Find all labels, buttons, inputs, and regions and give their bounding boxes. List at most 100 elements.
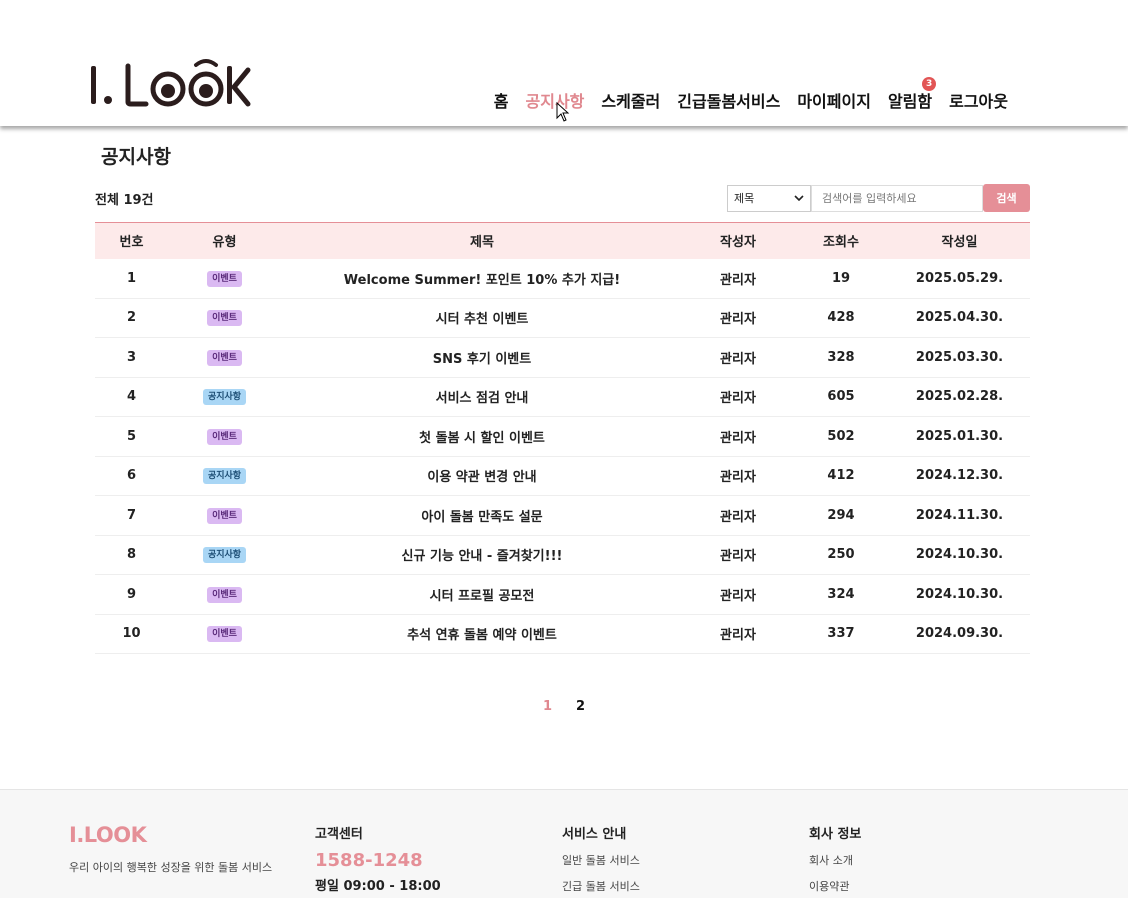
search-input[interactable]: 검색어를 입력하세요 (811, 184, 983, 212)
footer-link-emergency-care[interactable]: 긴급 돌봄 서비스 (562, 878, 640, 894)
type-tag: 이벤트 (207, 626, 242, 643)
cell-author: 관리자 (683, 377, 793, 417)
page-title: 공지사항 (101, 146, 171, 168)
footer-company-title: 회사 정보 (809, 827, 862, 842)
footer-service-title: 서비스 안내 (562, 827, 627, 842)
cell-date: 2025.02.28. (889, 377, 1030, 417)
cell-number: 7 (95, 495, 168, 536)
cell-views: 250 (793, 535, 889, 575)
total-count: 전체 19건 (95, 193, 154, 208)
cell-date: 2025.05.29. (889, 258, 1030, 299)
cell-number: 6 (95, 456, 168, 496)
search-button[interactable]: 검색 (983, 184, 1030, 212)
col-type: 유형 (212, 235, 237, 251)
cell-number: 1 (95, 258, 168, 299)
search-field-select[interactable]: 제목 (727, 184, 811, 212)
table-row[interactable]: 8 공지사항 신규 기능 안내 - 즐겨찾기!!! 관리자 250 2024.10.30. (95, 535, 1030, 575)
cell-views: 412 (793, 456, 889, 496)
cell-author: 관리자 (683, 258, 793, 299)
col-title: 제목 (470, 235, 494, 251)
footer-company-column: 회사 정보 회사 소개 이용약관 (809, 823, 861, 894)
page-2[interactable]: 2 (576, 699, 585, 714)
table-row[interactable]: 1 이벤트 Welcome Summer! 포인트 10% 추가 지급! 관리자 19 2… (95, 258, 1030, 299)
type-tag: 공지사항 (202, 468, 247, 485)
cell-date: 2024.09.30. (889, 614, 1030, 654)
search-bar: 제목 검색어를 입력하세요 검색 (727, 184, 1030, 212)
table-row[interactable]: 2 이벤트 시터 추천 이벤트 관리자 428 2025.04.30. (95, 298, 1030, 338)
cell-number: 10 (95, 614, 168, 654)
footer-cs-column: 고객센터 1588-1248 평일 09:00 - 18:00 (315, 823, 441, 894)
footer-brand-column: I.LOOK 우리 아이의 행복한 성장을 위한 돌봄 서비스 (69, 823, 272, 875)
cell-date: 2024.11.30. (889, 495, 1030, 536)
type-tag: 이벤트 (207, 349, 242, 366)
type-tag: 이벤트 (207, 270, 242, 287)
footer-brand: I.LOOK (69, 823, 147, 847)
cell-title[interactable]: 시터 프로필 공모전 (281, 574, 683, 615)
col-date: 작성일 (941, 235, 978, 251)
type-tag: 이벤트 (207, 428, 242, 445)
cell-views: 502 (793, 416, 889, 457)
table-row[interactable]: 6 공지사항 이용 약관 변경 안내 관리자 412 2024.12.30. (95, 456, 1030, 496)
nav-home[interactable]: 홈 (494, 88, 509, 112)
footer-hours: 평일 09:00 - 18:00 (315, 879, 441, 894)
footer-link-general-care[interactable]: 일반 돌봄 서비스 (562, 852, 640, 868)
notification-badge: 3 (922, 77, 937, 91)
table-row[interactable]: 9 이벤트 시터 프로필 공모전 관리자 324 2024.10.30. (95, 574, 1030, 615)
nav-notice[interactable]: 공지사항 (526, 88, 585, 112)
main-nav: 홈 공지사항 스케줄러 긴급돌봄서비스 마이페이지 알림함 3 로그아웃 (494, 77, 1008, 112)
footer-phone[interactable]: 1588-1248 (315, 850, 441, 871)
footer-link-terms[interactable]: 이용약관 (809, 878, 861, 894)
nav-emergency-care[interactable]: 긴급돌봄서비스 (677, 88, 780, 112)
search-field-value: 제목 (734, 192, 755, 205)
cell-type: 이벤트 (168, 258, 281, 299)
footer-link-about[interactable]: 회사 소개 (809, 852, 861, 868)
table-row[interactable]: 3 이벤트 SNS 후기 이벤트 관리자 328 2025.03.30. (95, 337, 1030, 378)
table-row[interactable]: 4 공지사항 서비스 점검 안내 관리자 605 2025.02.28. (95, 377, 1030, 417)
table-row[interactable]: 10 이벤트 추석 연휴 돌봄 예약 이벤트 관리자 337 2024.09.30. (95, 614, 1030, 654)
pagination: 1 2 (0, 699, 1128, 714)
nav-logout[interactable]: 로그아웃 (949, 88, 1008, 112)
cell-title[interactable]: 첫 돌봄 시 할인 이벤트 (281, 416, 683, 457)
table-header-row: 번호 유형 제목 작성자 조회수 작성일 (95, 222, 1030, 259)
cell-author: 관리자 (683, 495, 793, 536)
cell-views: 337 (793, 614, 889, 654)
cell-title[interactable]: SNS 후기 이벤트 (281, 337, 683, 378)
page-1[interactable]: 1 (543, 699, 552, 714)
cell-date: 2025.04.30. (889, 298, 1030, 338)
nav-mypage[interactable]: 마이페이지 (797, 88, 871, 112)
type-tag: 공지사항 (202, 547, 247, 564)
cell-type: 이벤트 (168, 614, 281, 654)
mouse-cursor-icon (556, 102, 570, 122)
cell-title[interactable]: 서비스 점검 안내 (281, 377, 683, 417)
cell-date: 2024.10.30. (889, 535, 1030, 575)
cell-title[interactable]: 아이 돌봄 만족도 설문 (281, 495, 683, 536)
cell-views: 605 (793, 377, 889, 417)
cell-number: 3 (95, 337, 168, 378)
col-views: 조회수 (823, 235, 859, 251)
cell-number: 5 (95, 416, 168, 457)
cell-views: 19 (793, 258, 889, 299)
col-number: 번호 (119, 235, 144, 251)
cell-type: 이벤트 (168, 416, 281, 457)
cell-title[interactable]: 이용 약관 변경 안내 (281, 456, 683, 496)
nav-notifications[interactable]: 알림함 3 (888, 77, 937, 112)
cell-title[interactable]: Welcome Summer! 포인트 10% 추가 지급! (281, 258, 683, 299)
notice-table: 번호 유형 제목 작성자 조회수 작성일 1 이벤트 Welcome Summer!… (95, 222, 1030, 654)
nav-scheduler[interactable]: 스케줄러 (601, 88, 660, 112)
type-tag: 공지사항 (202, 389, 247, 406)
cell-author: 관리자 (683, 614, 793, 654)
logo[interactable] (88, 58, 253, 108)
cell-title[interactable]: 시터 추천 이벤트 (281, 298, 683, 338)
cell-date: 2025.01.30. (889, 416, 1030, 457)
cell-title[interactable]: 신규 기능 안내 - 즐겨찾기!!! (281, 535, 683, 575)
cell-author: 관리자 (683, 535, 793, 575)
cell-type: 이벤트 (168, 574, 281, 615)
cell-title[interactable]: 추석 연휴 돌봄 예약 이벤트 (281, 614, 683, 654)
cell-type: 이벤트 (168, 337, 281, 378)
cell-number: 9 (95, 574, 168, 615)
cell-views: 428 (793, 298, 889, 338)
cell-views: 328 (793, 337, 889, 378)
table-row[interactable]: 5 이벤트 첫 돌봄 시 할인 이벤트 관리자 502 2025.01.30. (95, 416, 1030, 457)
cell-author: 관리자 (683, 456, 793, 496)
table-row[interactable]: 7 이벤트 아이 돌봄 만족도 설문 관리자 294 2024.11.30. (95, 495, 1030, 536)
